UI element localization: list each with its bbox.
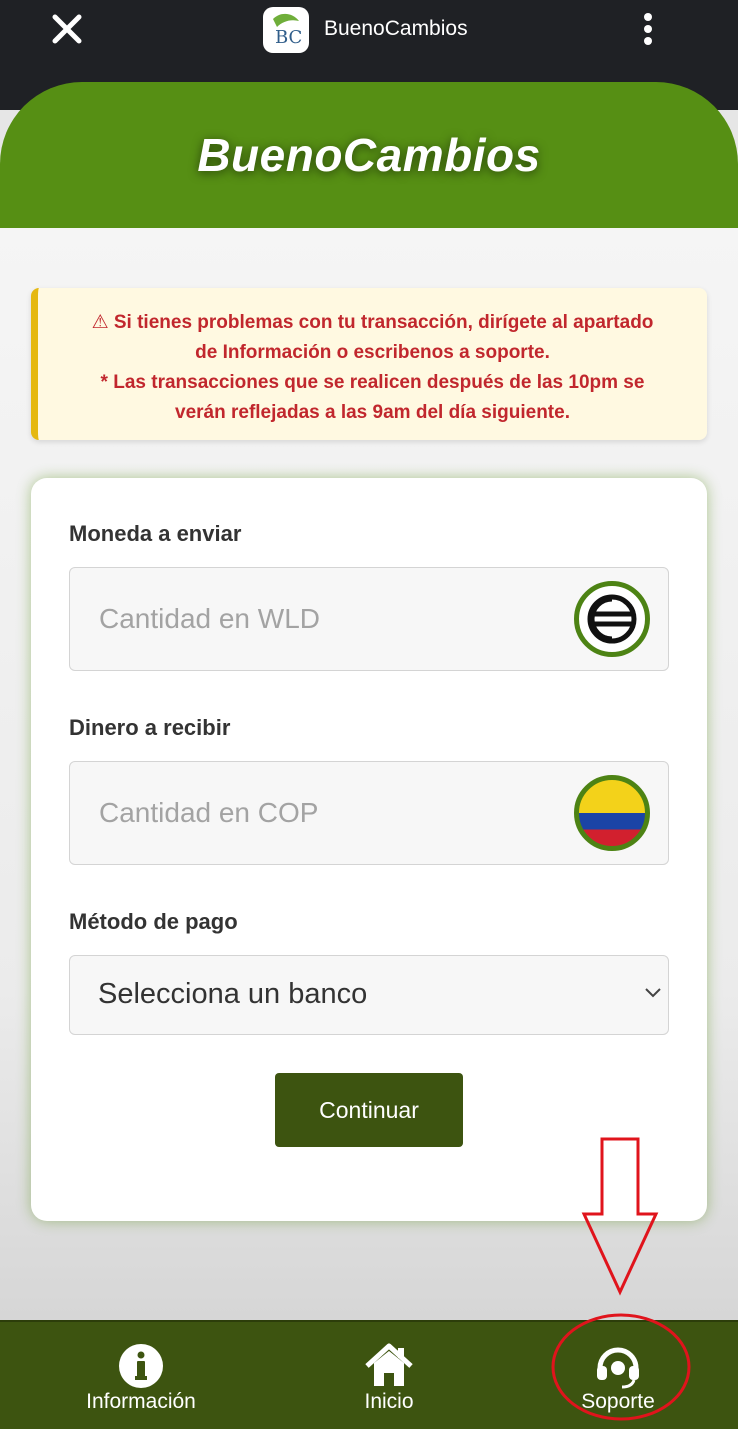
bank-select-value: Selecciona un banco — [98, 978, 368, 1010]
app-title: BuenoCambios — [324, 17, 468, 40]
nav-label: Inicio — [364, 1390, 414, 1413]
close-icon[interactable] — [50, 12, 84, 46]
send-currency-label: Moneda a enviar — [69, 521, 242, 546]
nav-label: Información — [86, 1390, 196, 1413]
info-icon — [119, 1344, 163, 1388]
exchange-form-card: Moneda a enviar Dinero a recibir Método … — [31, 478, 707, 1221]
chevron-down-icon — [645, 988, 661, 998]
logo-text: BC — [275, 27, 302, 48]
brand-header: BuenoCambios — [0, 82, 738, 228]
warning-alert: ⚠ Si tienes problemas con tu transacción… — [31, 288, 707, 440]
nav-item-inicio[interactable]: Inicio — [289, 1322, 489, 1429]
alert-line: verán reflejadas a las 9am del día sigui… — [175, 402, 570, 423]
nav-label: Soporte — [581, 1390, 655, 1413]
alert-line: ⚠ Si tienes problemas con tu transacción… — [91, 312, 654, 333]
send-amount-field[interactable] — [69, 567, 669, 671]
send-amount-input[interactable] — [70, 568, 570, 670]
brand-title: BuenoCambios — [197, 129, 541, 181]
worldcoin-icon — [574, 581, 650, 657]
main-content: ⚠ Si tienes problemas con tu transacción… — [0, 228, 738, 1320]
app-logo: BC — [263, 7, 309, 53]
bottom-navigation: Información Inicio Soporte — [0, 1320, 738, 1429]
nav-item-soporte[interactable]: Soporte — [518, 1322, 718, 1429]
payment-method-label: Método de pago — [69, 909, 238, 934]
colombia-flag-icon — [574, 775, 650, 851]
receive-amount-input[interactable] — [70, 762, 570, 864]
alert-line: de Información o escribenos a soporte. — [195, 342, 550, 363]
home-icon — [365, 1343, 413, 1386]
alert-line: * Las transacciones que se realicen desp… — [100, 372, 645, 393]
continue-button[interactable]: Continuar — [275, 1073, 463, 1147]
headset-icon — [597, 1347, 639, 1389]
receive-amount-field[interactable] — [69, 761, 669, 865]
kebab-menu-icon[interactable] — [636, 12, 660, 48]
receive-money-label: Dinero a recibir — [69, 715, 231, 740]
nav-item-informacion[interactable]: Información — [41, 1322, 241, 1429]
bank-select[interactable]: Selecciona un banco — [69, 955, 669, 1035]
